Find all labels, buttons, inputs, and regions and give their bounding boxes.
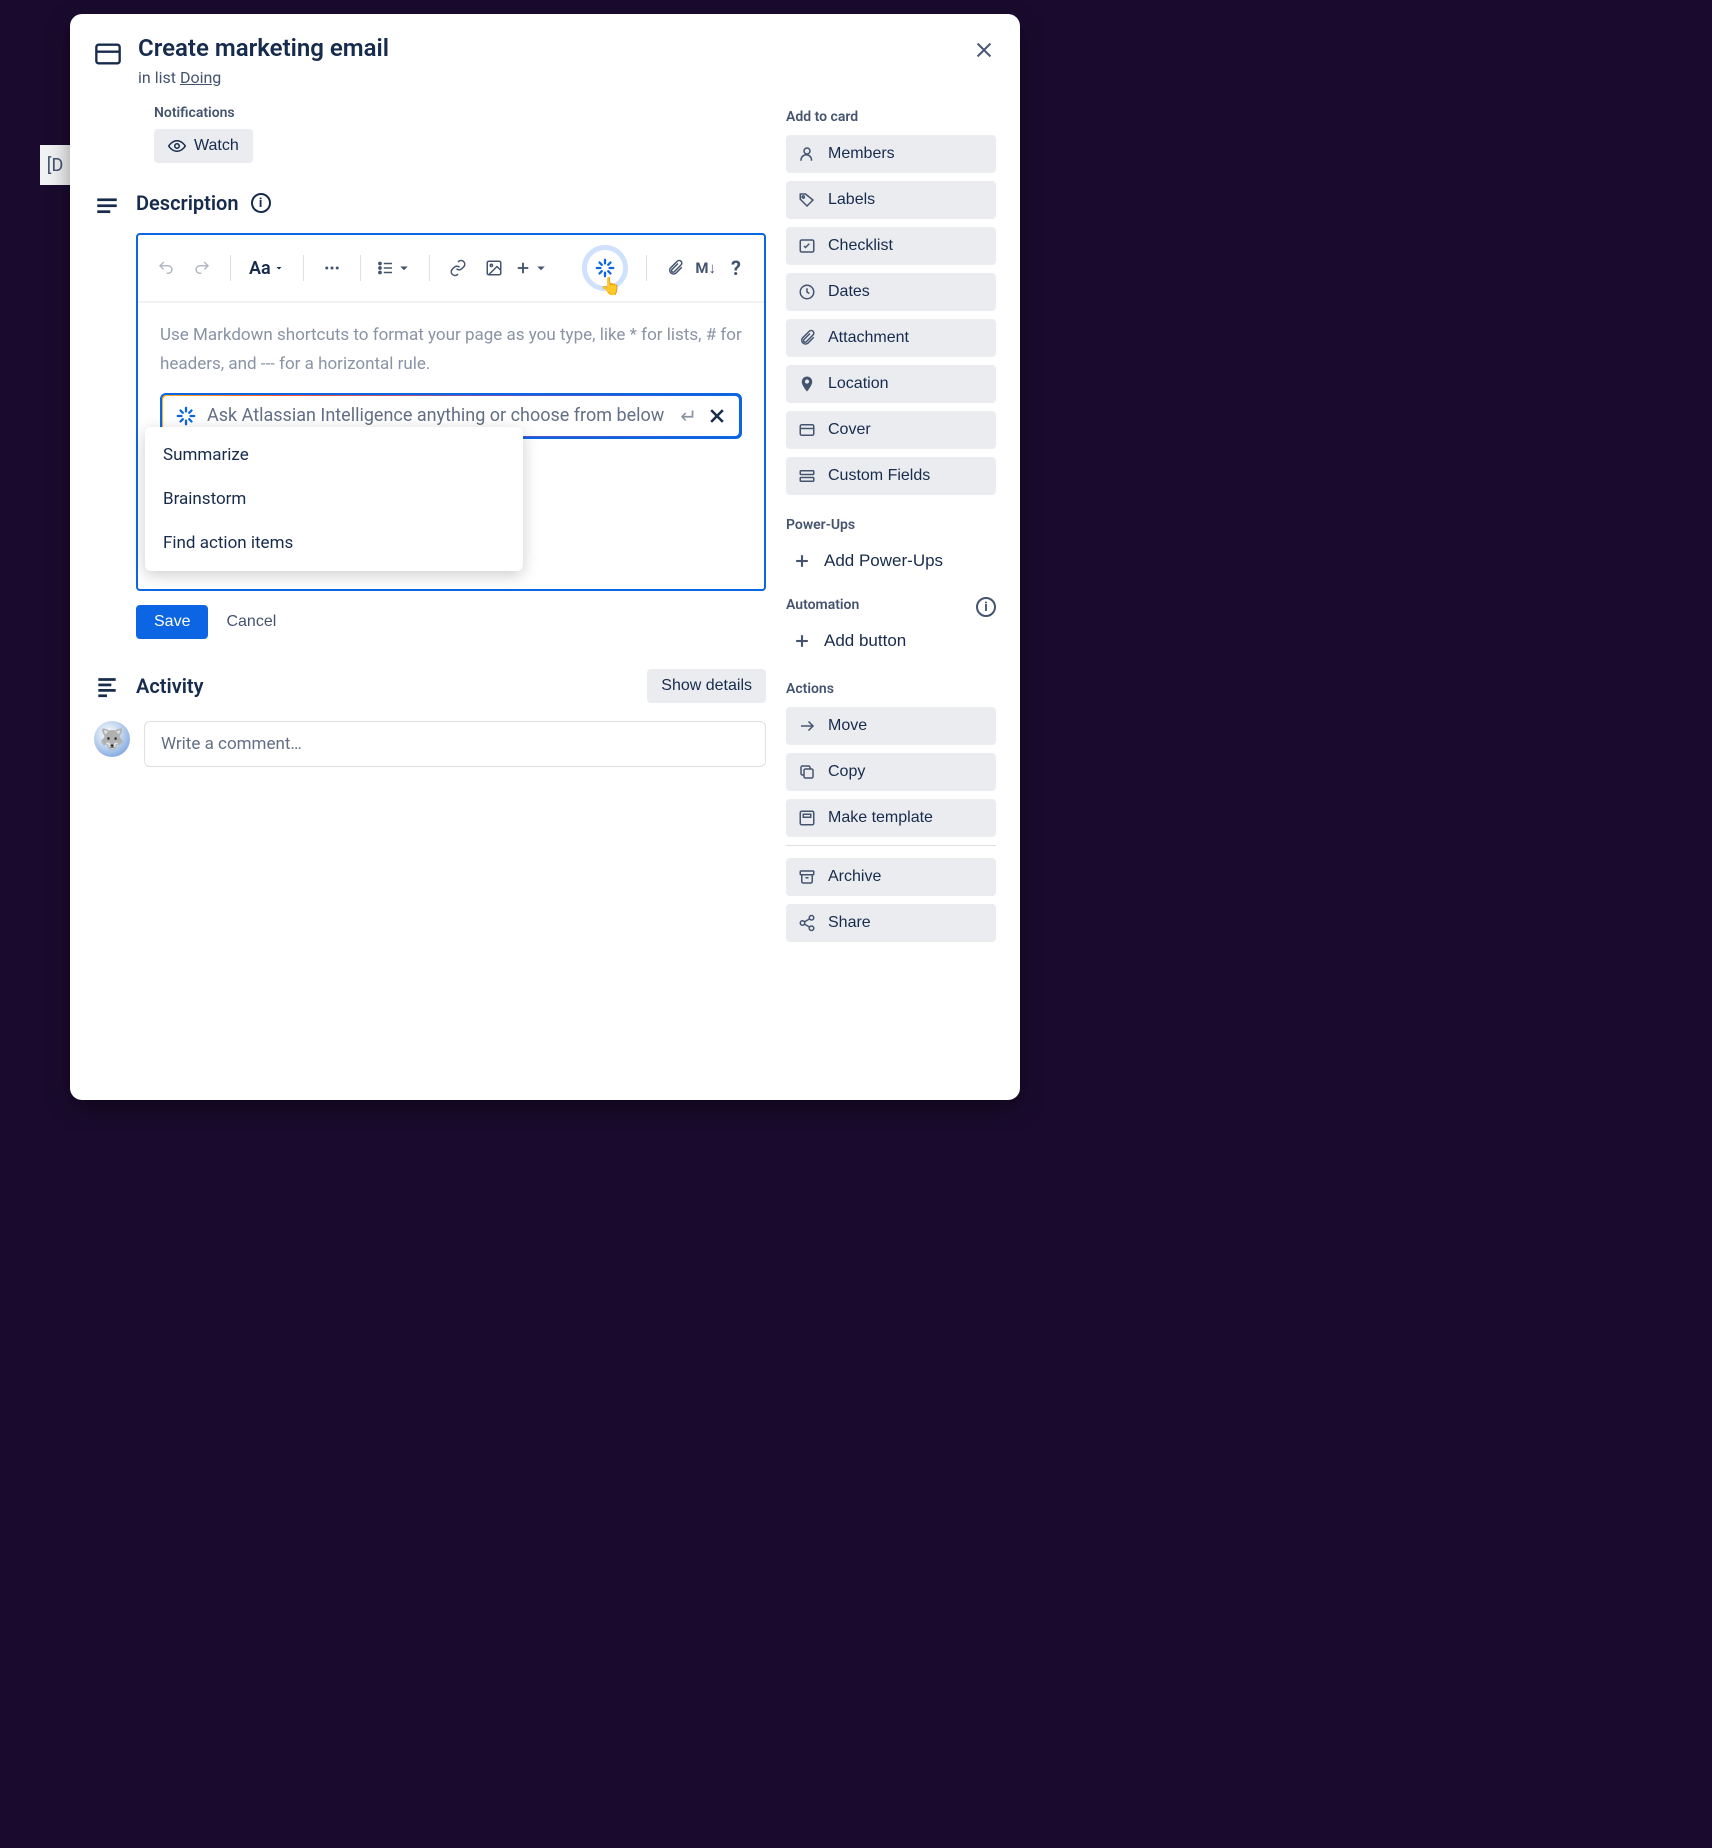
sidebar-members[interactable]: Members <box>786 135 996 173</box>
ai-placeholder: Ask Atlassian Intelligence anything or c… <box>207 405 670 426</box>
tag-icon <box>798 191 816 209</box>
ai-close-button[interactable] <box>707 406 727 426</box>
fields-icon <box>798 467 816 485</box>
user-icon <box>798 145 816 163</box>
actions-title: Actions <box>786 681 996 697</box>
checklist-icon <box>798 237 816 255</box>
list-link[interactable]: Doing <box>180 68 221 87</box>
action-copy[interactable]: Copy <box>786 753 996 791</box>
avatar: 🐺 <box>94 721 130 757</box>
arrow-right-icon <box>798 717 816 735</box>
ai-menu-brainstorm[interactable]: Brainstorm <box>145 477 523 521</box>
list-dropdown[interactable] <box>373 252 417 284</box>
sidebar-custom-fields[interactable]: Custom Fields <box>786 457 996 495</box>
editor-placeholder: Use Markdown shortcuts to format your pa… <box>160 321 742 379</box>
ai-menu-summarize[interactable]: Summarize <box>145 433 523 477</box>
notifications-label: Notifications <box>154 105 766 121</box>
attachment-button[interactable] <box>659 252 691 284</box>
info-icon[interactable]: i <box>251 193 271 213</box>
sidebar-checklist[interactable]: Checklist <box>786 227 996 265</box>
action-make-template[interactable]: Make template <box>786 799 996 837</box>
help-button[interactable]: ? <box>720 252 752 284</box>
cursor-icon: 👆 <box>600 277 621 297</box>
close-button[interactable] <box>966 32 1002 68</box>
paperclip-icon <box>798 329 816 347</box>
add-powerups-button[interactable]: Add Power-Ups <box>786 543 996 579</box>
more-formatting-button[interactable] <box>316 252 348 284</box>
redo-button[interactable] <box>186 252 218 284</box>
clock-icon <box>798 283 816 301</box>
background-partial: [D <box>40 145 70 185</box>
plus-icon <box>792 631 812 651</box>
insert-dropdown[interactable] <box>514 252 550 284</box>
automation-info-icon[interactable]: i <box>976 597 996 617</box>
description-editor[interactable]: Aa <box>136 233 766 591</box>
share-icon <box>798 914 816 932</box>
comment-input[interactable]: Write a comment… <box>144 721 766 767</box>
sidebar-labels[interactable]: Labels <box>786 181 996 219</box>
card-icon <box>94 40 122 68</box>
add-automation-button[interactable]: Add button <box>786 623 996 659</box>
enter-icon: ↵ <box>680 404 697 428</box>
link-button[interactable] <box>442 252 474 284</box>
location-icon <box>798 375 816 393</box>
sparkle-icon <box>175 405 197 427</box>
description-icon <box>94 193 120 219</box>
template-icon <box>798 809 816 827</box>
action-share[interactable]: Share <box>786 904 996 942</box>
powerups-title: Power-Ups <box>786 517 996 533</box>
action-move[interactable]: Move <box>786 707 996 745</box>
card-title[interactable]: Create marketing email <box>138 34 389 62</box>
cover-icon <box>798 421 816 439</box>
watch-button[interactable]: Watch <box>154 129 253 163</box>
image-button[interactable] <box>478 252 510 284</box>
card-subtitle: in list Doing <box>138 68 389 87</box>
card-modal: Create marketing email in list Doing Not… <box>70 14 1020 1100</box>
cancel-button[interactable]: Cancel <box>226 613 276 631</box>
archive-icon <box>798 868 816 886</box>
show-details-button[interactable]: Show details <box>647 669 766 703</box>
activity-icon <box>94 673 120 699</box>
copy-icon <box>798 763 816 781</box>
sidebar-location[interactable]: Location <box>786 365 996 403</box>
description-title: Description <box>136 191 239 215</box>
action-archive[interactable]: Archive <box>786 858 996 896</box>
ai-menu-find-action-items[interactable]: Find action items <box>145 521 523 565</box>
plus-icon <box>792 551 812 571</box>
activity-title: Activity <box>136 674 631 698</box>
sidebar-attachment[interactable]: Attachment <box>786 319 996 357</box>
automation-title: Automation <box>786 597 996 613</box>
editor-toolbar: Aa <box>138 235 764 303</box>
sidebar-dates[interactable]: Dates <box>786 273 996 311</box>
sidebar-cover[interactable]: Cover <box>786 411 996 449</box>
undo-button[interactable] <box>150 252 182 284</box>
divider <box>786 845 996 846</box>
text-style-dropdown[interactable]: Aa <box>243 258 291 279</box>
ai-suggestions-menu: Summarize Brainstorm Find action items <box>145 427 523 571</box>
markdown-button[interactable]: M↓ <box>695 252 716 284</box>
save-button[interactable]: Save <box>136 605 208 639</box>
add-to-card-title: Add to card <box>786 109 996 125</box>
eye-icon <box>168 137 186 155</box>
